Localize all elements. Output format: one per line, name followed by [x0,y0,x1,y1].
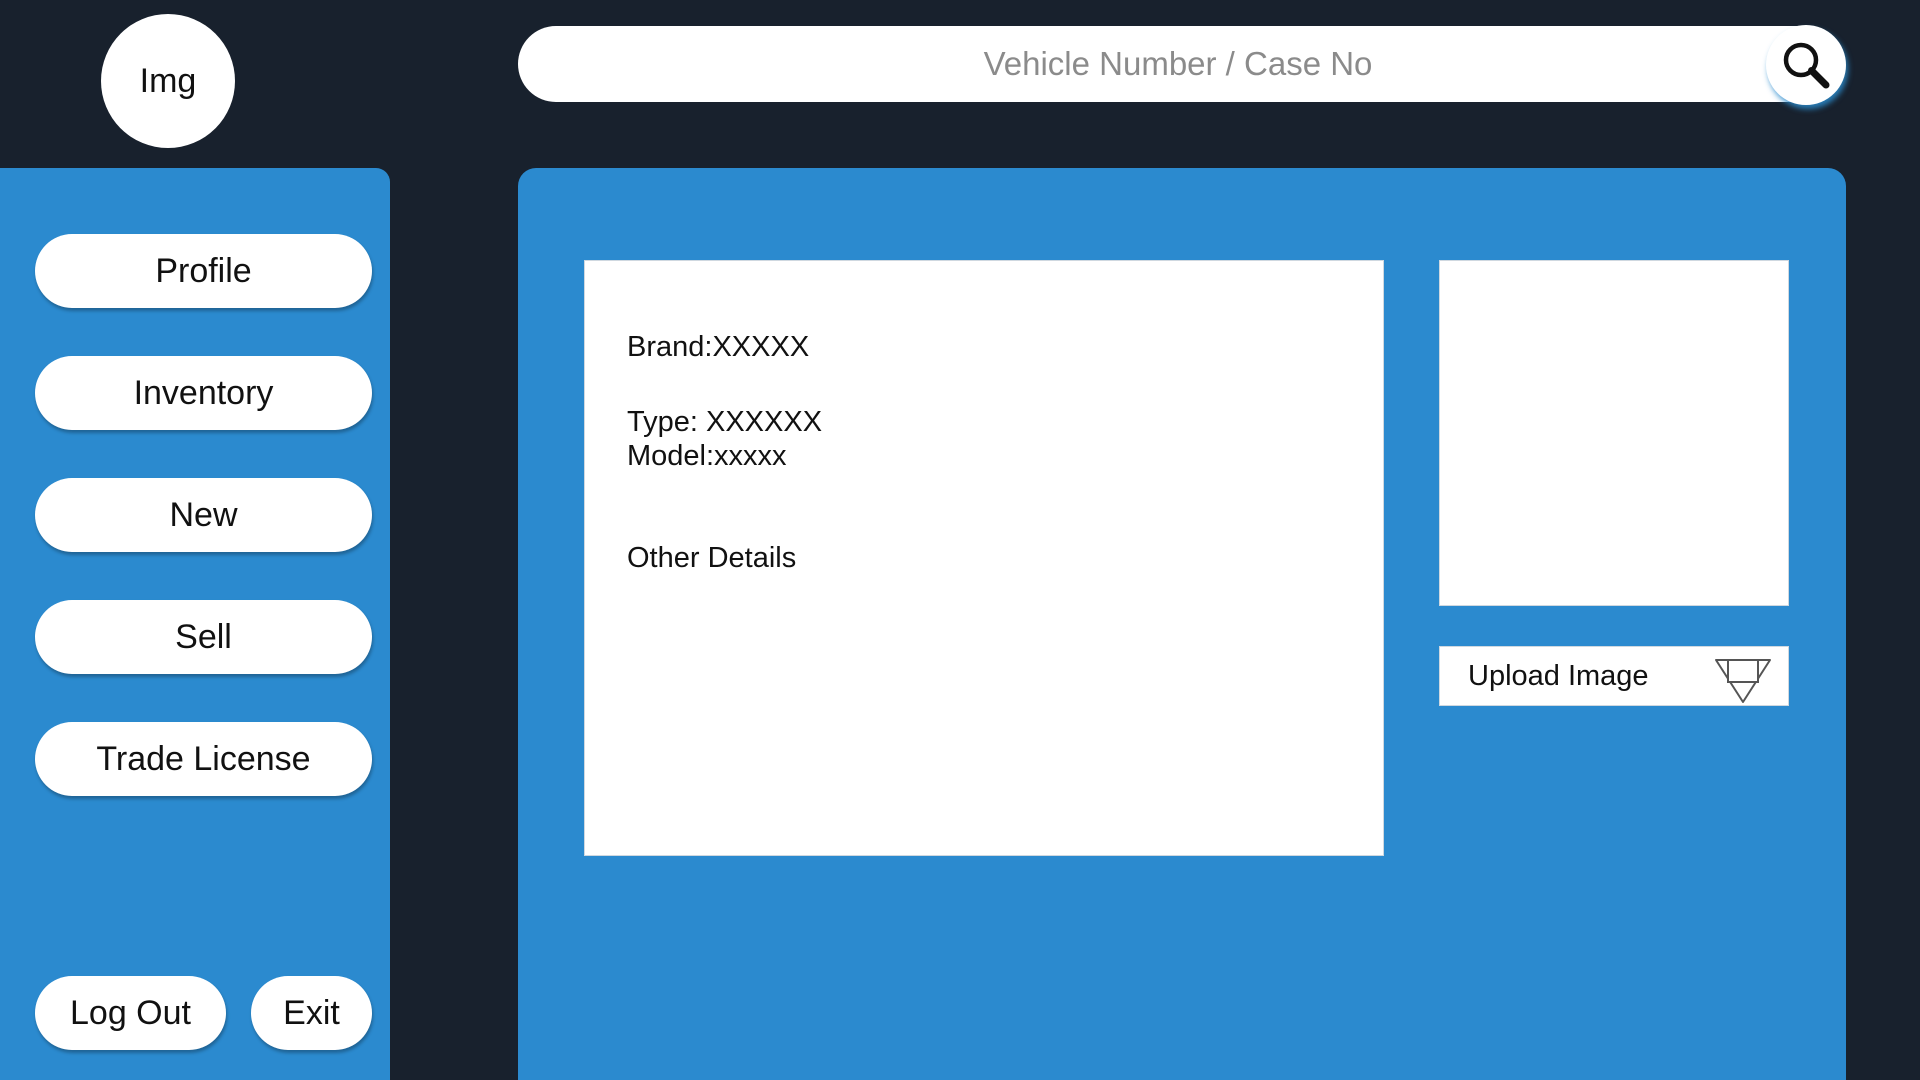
image-preview-box [1439,260,1789,606]
sidebar-item-new[interactable]: New [35,478,372,552]
search-bar [518,26,1844,102]
sidebar: Profile Inventory New Sell Trade License… [0,168,390,1080]
sidebar-item-label: New [169,495,238,534]
model-text: Model:xxxxx [627,440,787,472]
sidebar-item-trade-license[interactable]: Trade License [35,722,372,796]
upload-icon [1715,659,1771,703]
search-button[interactable] [1766,25,1846,105]
sidebar-item-label: Profile [155,251,252,290]
exit-label: Exit [283,993,340,1032]
avatar[interactable]: Img [101,14,235,148]
other-details-text: Other Details [627,542,797,574]
sidebar-item-label: Inventory [133,373,274,412]
logout-button[interactable]: Log Out [35,976,226,1050]
sidebar-item-inventory[interactable]: Inventory [35,356,372,430]
sidebar-item-profile[interactable]: Profile [35,234,372,308]
vehicle-details-card: Brand:XXXXX Type: XXXXXX Model:xxxxx Oth… [584,260,1384,856]
type-text: Type: XXXXXX [627,406,823,438]
exit-button[interactable]: Exit [251,976,372,1050]
sidebar-item-label: Sell [175,617,232,656]
logout-label: Log Out [70,993,191,1032]
upload-image-button[interactable]: Upload Image [1439,646,1789,706]
app-window: Img Profile Inventory New Sell Trade Lic… [0,0,1920,1080]
sidebar-item-sell[interactable]: Sell [35,600,372,674]
avatar-label: Img [139,61,197,100]
search-icon [1783,42,1830,89]
main-panel: Brand:XXXXX Type: XXXXXX Model:xxxxx Oth… [518,168,1846,1080]
sidebar-item-label: Trade License [96,739,311,778]
search-input[interactable] [558,26,1798,102]
brand-text: Brand:XXXXX [627,331,810,363]
upload-image-label: Upload Image [1468,660,1649,692]
